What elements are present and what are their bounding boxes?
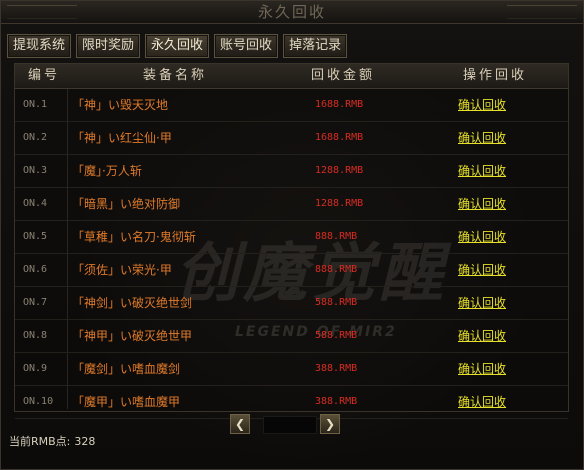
- tab-limited-reward[interactable]: 限时奖励: [76, 34, 141, 58]
- table-row: ON.6 「须佐」い荣光·甲 888.RMB 确认回收: [15, 254, 568, 287]
- item-name: 「暗黑」い绝对防御: [72, 197, 181, 211]
- table-row: ON.4 「暗黑」い绝对防御 1288.RMB 确认回收: [15, 188, 568, 221]
- table-row: ON.10 「魔甲」い嗜血魔甲 388.RMB 确认回收: [15, 386, 568, 419]
- table-row: ON.1 「神」い毁天灭地 1688.RMB 确认回收: [15, 89, 568, 122]
- item-name: 「草稚」い名刀·鬼彻斩: [72, 230, 196, 244]
- tab-withdraw[interactable]: 提现系统: [7, 34, 72, 58]
- table-row: ON.2 「神」い红尘仙·甲 1688.RMB 确认回收: [15, 122, 568, 155]
- confirm-recycle-link[interactable]: 确认回收: [458, 221, 506, 253]
- row-number: ON.7: [23, 297, 48, 308]
- confirm-recycle-link[interactable]: 确认回收: [458, 386, 506, 418]
- row-number: ON.10: [23, 396, 54, 407]
- item-name: 「须佐」い荣光·甲: [72, 263, 172, 277]
- recycle-table: 创魔觉醒 LEGEND OF MIR2 编号 装备名称 回收金额 操作回收 ON…: [14, 63, 569, 419]
- confirm-recycle-link[interactable]: 确认回收: [458, 353, 506, 385]
- next-page-button[interactable]: ❯: [320, 414, 340, 434]
- row-number: ON.5: [23, 231, 48, 242]
- prev-page-button[interactable]: ❮: [230, 414, 250, 434]
- item-name: 「魔剑」い嗜血魔剑: [72, 362, 181, 376]
- confirm-recycle-link[interactable]: 确认回收: [458, 254, 506, 286]
- recycle-price: 888.RMB: [315, 264, 358, 275]
- item-name: 「神剑」い破灭绝世剑: [72, 296, 193, 310]
- row-number: ON.2: [23, 132, 48, 143]
- table-body: ON.1 「神」い毁天灭地 1688.RMB 确认回收 ON.2 「神」い红尘仙…: [15, 89, 568, 419]
- recycle-price: 388.RMB: [315, 363, 358, 374]
- table-row: ON.5 「草稚」い名刀·鬼彻斩 888.RMB 确认回收: [15, 221, 568, 254]
- table-row: ON.9 「魔剑」い嗜血魔剑 388.RMB 确认回收: [15, 353, 568, 386]
- recycle-price: 888.RMB: [315, 231, 358, 242]
- table-row: ON.7 「神剑」い破灭绝世剑 588.RMB 确认回收: [15, 287, 568, 320]
- header-action: 操作回收: [462, 68, 527, 83]
- row-number: ON.8: [23, 330, 48, 341]
- rmb-points-status: 当前RMB点: 328: [9, 433, 95, 449]
- table-header: 编号 装备名称 回收金额 操作回收: [15, 64, 568, 89]
- window-title: 永久回收: [257, 3, 326, 21]
- confirm-recycle-link[interactable]: 确认回收: [458, 122, 506, 154]
- tab-permanent-recycle[interactable]: 永久回收: [145, 34, 210, 58]
- chevron-right-icon: ❯: [324, 417, 336, 431]
- item-name: 「神」い毁天灭地: [72, 98, 169, 112]
- recycle-window: 永久回收 提现系统 限时奖励 永久回收 账号回收 掉落记录 创魔觉醒 LEGEN…: [0, 0, 584, 470]
- item-name: 「魔甲」い嗜血魔甲: [72, 395, 181, 409]
- row-number: ON.4: [23, 198, 48, 209]
- row-number: ON.6: [23, 264, 48, 275]
- recycle-price: 1288.RMB: [315, 165, 364, 176]
- table-row: ON.3 「魔」·万人斩 1288.RMB 确认回收: [15, 155, 568, 188]
- header-name: 装备名称: [142, 68, 207, 83]
- item-name: 「神」い红尘仙·甲: [72, 131, 172, 145]
- recycle-price: 588.RMB: [315, 297, 358, 308]
- confirm-recycle-link[interactable]: 确认回收: [458, 89, 506, 121]
- page-indicator: [263, 416, 317, 434]
- rmb-points-label: 当前RMB点:: [9, 435, 71, 448]
- title-bar: 永久回收: [1, 1, 583, 24]
- row-number: ON.3: [23, 165, 48, 176]
- title-ornament-right: [507, 5, 577, 19]
- recycle-price: 1288.RMB: [315, 198, 364, 209]
- header-no: 编号: [27, 68, 60, 83]
- tab-drop-records[interactable]: 掉落记录: [283, 34, 348, 58]
- row-number: ON.1: [23, 99, 48, 110]
- tab-account-recycle[interactable]: 账号回收: [214, 34, 279, 58]
- recycle-price: 1688.RMB: [315, 99, 364, 110]
- row-number: ON.9: [23, 363, 48, 374]
- header-price: 回收金额: [310, 68, 375, 83]
- table-row: ON.8 「神甲」い破灭绝世甲 588.RMB 确认回收: [15, 320, 568, 353]
- confirm-recycle-link[interactable]: 确认回收: [458, 188, 506, 220]
- confirm-recycle-link[interactable]: 确认回收: [458, 287, 506, 319]
- tab-bar: 提现系统 限时奖励 永久回收 账号回收 掉落记录: [7, 34, 348, 58]
- rmb-points-value: 328: [74, 435, 96, 448]
- recycle-price: 588.RMB: [315, 330, 358, 341]
- item-name: 「神甲」い破灭绝世甲: [72, 329, 193, 343]
- confirm-recycle-link[interactable]: 确认回收: [458, 155, 506, 187]
- confirm-recycle-link[interactable]: 确认回收: [458, 320, 506, 352]
- chevron-left-icon: ❮: [234, 417, 246, 431]
- item-name: 「魔」·万人斩: [72, 164, 142, 178]
- recycle-price: 1688.RMB: [315, 132, 364, 143]
